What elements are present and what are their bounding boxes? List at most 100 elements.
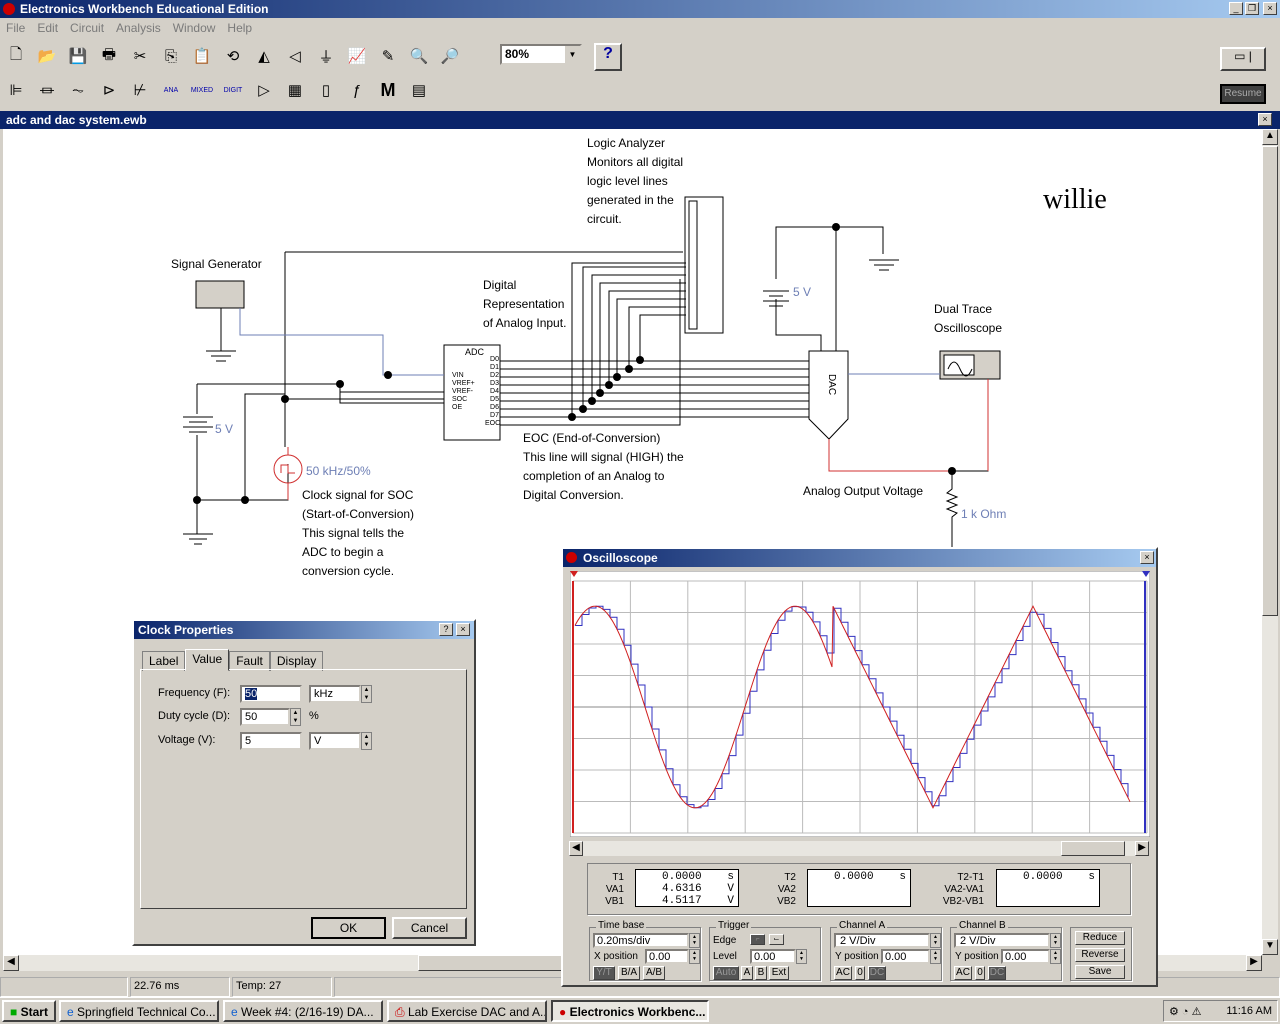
- zoom-in-icon[interactable]: 🔎: [436, 42, 464, 70]
- flip-horizontal-icon[interactable]: ◭: [250, 42, 278, 70]
- channel-a-dc-button[interactable]: DC: [868, 966, 886, 980]
- reverse-button[interactable]: Reverse: [1075, 948, 1125, 962]
- rotate-icon[interactable]: ⟲: [219, 42, 247, 70]
- basic-bin-icon[interactable]: ⏦: [64, 76, 92, 104]
- taskbar-item-active[interactable]: ● Electronics Workbenc...: [551, 1000, 709, 1022]
- ok-button[interactable]: OK: [311, 917, 386, 939]
- resume-button[interactable]: Resume: [1220, 84, 1266, 104]
- document-close-button[interactable]: ×: [1258, 113, 1272, 126]
- voltage-input[interactable]: 5: [240, 732, 302, 750]
- cancel-button[interactable]: Cancel: [392, 917, 467, 939]
- save-icon[interactable]: 💾: [64, 42, 92, 70]
- trigger-level-spinner[interactable]: ▲ ▼: [796, 949, 807, 964]
- scroll-right-button[interactable]: ▶: [1135, 841, 1149, 856]
- scroll-right-button[interactable]: ▶: [1246, 955, 1262, 971]
- trigger-b-button[interactable]: B: [755, 966, 767, 980]
- scroll-left-button[interactable]: ◀: [569, 841, 583, 856]
- channel-b-ac-button[interactable]: AC: [954, 966, 972, 980]
- menu-window[interactable]: Window: [173, 21, 216, 35]
- scope-scroll-thumb[interactable]: [1061, 841, 1125, 856]
- voltage-unit-spinner[interactable]: ▲ ▼: [361, 732, 372, 750]
- channel-a-zero-button[interactable]: 0: [855, 966, 865, 980]
- trigger-ext-button[interactable]: Ext: [769, 966, 789, 980]
- graph-icon[interactable]: 📈: [343, 42, 371, 70]
- tab-label[interactable]: Label: [142, 651, 186, 671]
- channel-b-ypos-spinner[interactable]: ▲ ▼: [1050, 949, 1061, 964]
- start-button[interactable]: ■ Start: [2, 1000, 56, 1022]
- new-icon[interactable]: 🗋: [2, 42, 30, 70]
- scroll-left-button[interactable]: ◀: [3, 955, 19, 971]
- digital-ics-bin-icon[interactable]: DIGIT: [219, 76, 247, 104]
- indicators-bin-icon[interactable]: ▯: [312, 76, 340, 104]
- channel-b-zero-button[interactable]: 0: [975, 966, 985, 980]
- frequency-input[interactable]: 50: [240, 685, 302, 703]
- trigger-level-input[interactable]: 0.00: [750, 949, 796, 964]
- controls-bin-icon[interactable]: ƒ: [343, 76, 371, 104]
- falling-edge-icon[interactable]: ⌙: [769, 934, 784, 945]
- subcircuit-icon[interactable]: ⏚: [312, 42, 340, 70]
- maximize-button[interactable]: ❐: [1245, 2, 1259, 15]
- reduce-button[interactable]: Reduce: [1075, 931, 1125, 945]
- open-icon[interactable]: 📂: [33, 42, 61, 70]
- duty-cycle-spinner[interactable]: ▲ ▼: [290, 708, 301, 726]
- sources-bin-icon[interactable]: ⏛: [33, 76, 61, 104]
- x-position-input[interactable]: 0.00: [645, 949, 689, 964]
- menu-circuit[interactable]: Circuit: [70, 21, 104, 35]
- channel-b-scale-spinner[interactable]: ▲ ▼: [1050, 933, 1061, 948]
- menu-edit[interactable]: Edit: [37, 21, 58, 35]
- mode-ba-button[interactable]: B/A: [618, 966, 640, 980]
- parts-bin-toggle-icon[interactable]: ⊫: [2, 76, 30, 104]
- component-properties-icon[interactable]: ✎: [374, 42, 402, 70]
- paste-icon[interactable]: 📋: [188, 42, 216, 70]
- taskbar-item[interactable]: e Week #4: (2/16-19) DA...: [223, 1000, 383, 1022]
- scope-time-scrollbar[interactable]: ◀ ▶: [569, 841, 1149, 856]
- channel-a-ac-button[interactable]: AC: [834, 966, 852, 980]
- channel-b-dc-button[interactable]: DC: [988, 966, 1006, 980]
- save-button[interactable]: Save: [1075, 965, 1125, 979]
- time-base-input[interactable]: 0.20ms/div: [593, 933, 689, 948]
- menu-analysis[interactable]: Analysis: [116, 21, 161, 35]
- x-position-spinner[interactable]: ▲ ▼: [689, 949, 700, 964]
- dialog-close-button[interactable]: ×: [456, 623, 470, 636]
- dialog-help-button[interactable]: ?: [439, 623, 453, 636]
- tab-display[interactable]: Display: [269, 651, 324, 671]
- channel-b-scale-input[interactable]: 2 V/Div: [954, 933, 1050, 948]
- trigger-auto-button[interactable]: Auto: [713, 966, 739, 980]
- copy-icon[interactable]: ⎘: [157, 42, 185, 70]
- tab-fault[interactable]: Fault: [229, 651, 270, 671]
- help-button[interactable]: ?: [594, 43, 622, 71]
- channel-a-ypos-spinner[interactable]: ▲ ▼: [930, 949, 941, 964]
- frequency-unit-spinner[interactable]: ▲ ▼: [361, 685, 372, 703]
- zoom-out-icon[interactable]: 🔍: [405, 42, 433, 70]
- logic-gates-bin-icon[interactable]: ▷: [250, 76, 278, 104]
- zoom-select[interactable]: 80% ▼: [500, 44, 582, 65]
- diodes-bin-icon[interactable]: ⊳: [95, 76, 123, 104]
- taskbar-item[interactable]: ⎙ Lab Exercise DAC and A...: [387, 1000, 547, 1022]
- tray-icons[interactable]: ⚙ ◔ ⚠: [1169, 1005, 1201, 1018]
- digital-bin-icon[interactable]: ▦: [281, 76, 309, 104]
- menu-file[interactable]: File: [6, 21, 25, 35]
- vertical-scrollbar[interactable]: ▲ ▼: [1262, 129, 1278, 955]
- print-icon[interactable]: 🖶: [95, 42, 123, 70]
- mixed-ics-bin-icon[interactable]: MIXED: [188, 76, 216, 104]
- oscilloscope-close-button[interactable]: ×: [1140, 551, 1154, 564]
- minimize-button[interactable]: _: [1229, 2, 1243, 15]
- close-button[interactable]: ×: [1263, 2, 1277, 15]
- rising-edge-icon[interactable]: ⌐: [750, 934, 765, 945]
- scroll-down-button[interactable]: ▼: [1262, 939, 1278, 955]
- channel-a-scale-input[interactable]: 2 V/Div: [834, 933, 930, 948]
- mode-yt-button[interactable]: Y/T: [593, 966, 615, 980]
- channel-a-ypos-input[interactable]: 0.00: [881, 949, 930, 964]
- taskbar-item[interactable]: e Springfield Technical Co...: [59, 1000, 219, 1022]
- chevron-down-icon[interactable]: ▼: [565, 46, 580, 63]
- transistors-bin-icon[interactable]: ⊬: [126, 76, 154, 104]
- miscellaneous-bin-icon[interactable]: M: [374, 76, 402, 104]
- voltage-unit-field[interactable]: V: [309, 732, 361, 750]
- analog-ics-bin-icon[interactable]: ANA: [157, 76, 185, 104]
- trigger-a-button[interactable]: A: [741, 966, 753, 980]
- time-base-spinner[interactable]: ▲ ▼: [689, 933, 700, 948]
- tab-value[interactable]: Value: [185, 649, 230, 671]
- menu-help[interactable]: Help: [227, 21, 252, 35]
- flip-vertical-icon[interactable]: ◁: [281, 42, 309, 70]
- power-switch[interactable]: ▭ |: [1220, 47, 1266, 71]
